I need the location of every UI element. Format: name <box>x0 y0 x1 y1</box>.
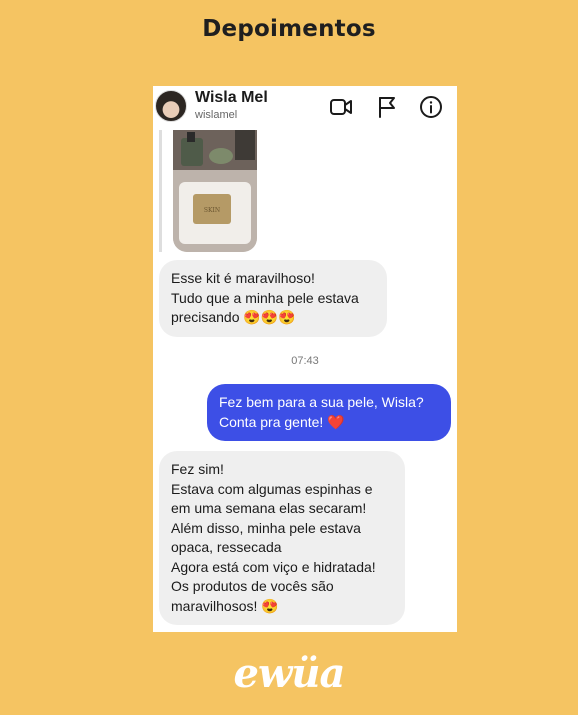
video-call-icon[interactable] <box>329 95 353 119</box>
message-timestamp: 07:43 <box>291 355 319 367</box>
contact-handle: wislamel <box>195 109 238 121</box>
chat-window: Wisla Mel wislamel SKIN Esse kit é marav… <box>153 86 457 632</box>
reply-indicator-bar <box>159 130 162 252</box>
shared-product-photo[interactable]: SKIN <box>173 130 257 252</box>
svg-text:SKIN: SKIN <box>204 207 220 214</box>
brand-logo: ewüa <box>233 650 346 697</box>
page-title: Depoimentos <box>202 16 376 42</box>
incoming-message: Esse kit é maravilhoso! Tudo que a minha… <box>159 260 387 337</box>
incoming-message: Fez sim! Estava com algumas espinhas e e… <box>159 451 405 625</box>
outgoing-message: Fez bem para a sua pele, Wisla? Conta pr… <box>207 384 451 441</box>
chat-header: Wisla Mel wislamel <box>153 86 457 130</box>
flag-icon[interactable] <box>375 95 399 119</box>
avatar[interactable] <box>155 90 187 122</box>
info-icon[interactable] <box>419 95 443 119</box>
contact-name[interactable]: Wisla Mel <box>195 89 268 107</box>
